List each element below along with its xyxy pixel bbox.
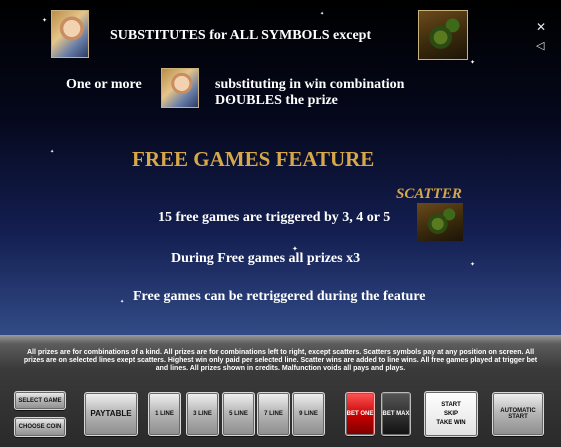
line-5-button[interactable]: 5 LINE <box>222 392 255 436</box>
substituting-text: substituting in win combination <box>215 77 405 92</box>
star-decoration: ✦ <box>50 149 55 155</box>
speaker-icon[interactable]: ◁ <box>536 40 544 51</box>
doubles-prize-text: DOUBLES the prize <box>215 93 338 108</box>
bet-one-button[interactable]: BET ONE <box>345 392 375 436</box>
wild-substitutes-text: SUBSTITUTES for ALL SYMBOLS except <box>110 28 372 43</box>
star-decoration: ✦ <box>42 17 48 24</box>
start-label: START <box>441 402 461 408</box>
wild-symbol-lady <box>51 10 89 58</box>
retrigger-text: Free games can be retriggered during the… <box>133 289 426 304</box>
line-7-button[interactable]: 7 LINE <box>257 392 290 436</box>
free-games-feature-title: FREE GAMES FEATURE <box>132 147 375 171</box>
star-decoration: ✦ <box>120 299 125 305</box>
skip-label: SKIP <box>443 411 458 417</box>
prizes-x3-text: During Free games all prizes x3 <box>171 251 361 266</box>
select-game-button[interactable]: SELECT GAME <box>14 391 66 410</box>
line-9-button[interactable]: 9 LINE <box>292 392 325 436</box>
scatter-label: SCATTER <box>396 186 462 202</box>
take-win-label: TAKE WIN <box>436 420 466 426</box>
star-decoration: ✦ <box>470 261 476 268</box>
choose-coin-button[interactable]: CHOOSE COIN <box>14 417 66 437</box>
line-1-button[interactable]: 1 LINE <box>148 392 181 436</box>
line-3-button[interactable]: 3 LINE <box>186 392 219 436</box>
star-decoration: ✦ <box>320 11 325 17</box>
bet-max-button[interactable]: BET MAX <box>381 392 411 436</box>
start-button-group[interactable]: START SKIP TAKE WIN <box>424 391 478 437</box>
star-decoration: ✦ <box>470 59 476 66</box>
one-or-more-text: One or more <box>66 77 142 92</box>
close-x-icon[interactable]: ✕ <box>536 21 546 33</box>
trigger-text: 15 free games are triggered by 3, 4 or 5 <box>158 210 391 225</box>
scatter-symbol-image <box>418 10 468 60</box>
automatic-start-button[interactable]: AUTOMATIC START <box>492 392 544 436</box>
rules-fine-print: All prizes are for combinations of a kin… <box>23 349 538 372</box>
paytable-button[interactable]: PAYTABLE <box>84 392 138 436</box>
wild-symbol-lady <box>161 68 199 108</box>
scatter-symbol-image <box>417 203 463 241</box>
